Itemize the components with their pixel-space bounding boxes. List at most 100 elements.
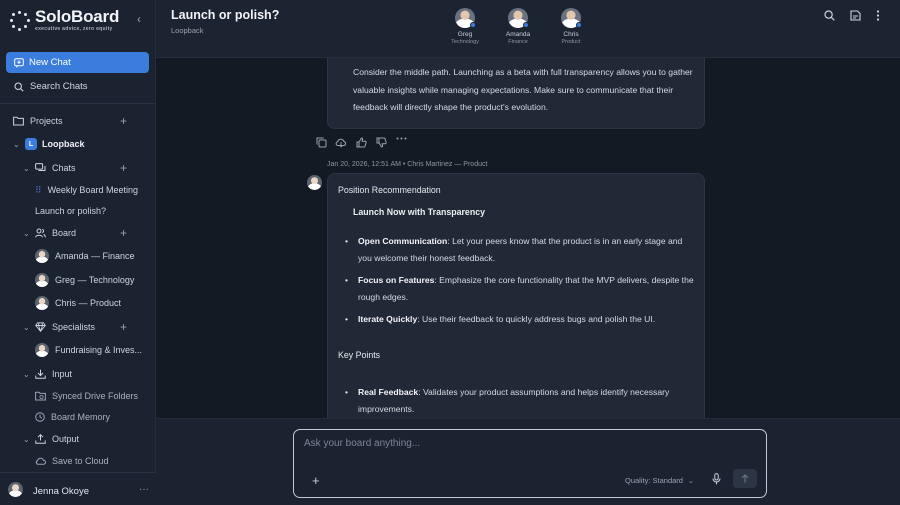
member-role: Technology	[451, 39, 479, 45]
page-title: Launch or polish?	[171, 8, 280, 22]
chats-header[interactable]: ⌄ Chats	[23, 161, 76, 175]
more-vertical-icon[interactable]	[876, 10, 880, 24]
user-profile-bar[interactable]: Jenna Okoye ···	[0, 472, 156, 505]
bullet: •	[345, 387, 349, 397]
status-dot	[523, 22, 529, 28]
board-member-label: Amanda — Finance	[55, 251, 135, 261]
specialists-label: Specialists	[52, 322, 96, 332]
avatar	[35, 296, 49, 310]
search-icon[interactable]	[824, 10, 835, 24]
notes-icon[interactable]	[850, 10, 861, 24]
list-item: • Focus on Features: Emphasize the core …	[345, 272, 695, 306]
projects-header[interactable]: Projects	[13, 114, 63, 128]
avatar	[35, 343, 49, 357]
chat-header: Launch or polish? Loopback Greg Technolo…	[156, 0, 900, 58]
output-label: Output	[52, 434, 80, 444]
send-button[interactable]	[733, 469, 757, 488]
attach-plus-icon[interactable]: +	[312, 473, 320, 488]
search-chats-button[interactable]: Search Chats	[14, 81, 88, 92]
message-bubble: Consider the middle path. Launching as a…	[327, 58, 705, 129]
input-label: Input	[52, 369, 73, 379]
brand[interactable]: SoloBoard executive advice, zero equity	[10, 8, 119, 32]
collapse-sidebar-icon[interactable]: ‹	[133, 12, 145, 26]
specialists-header[interactable]: ⌄ Specialists	[23, 320, 95, 334]
save-cloud-icon[interactable]	[331, 137, 351, 148]
upload-icon	[35, 434, 46, 444]
user-name: Jenna Okoye	[33, 486, 89, 497]
bullet-bold: Focus on Features	[358, 275, 435, 285]
diamond-icon	[35, 322, 46, 332]
arrow-up-icon	[741, 474, 749, 483]
cloud-icon	[35, 456, 46, 466]
board-member-greg[interactable]: Greg — Technology	[35, 273, 134, 287]
synced-drive-folders-item[interactable]: Synced Drive Folders	[35, 389, 138, 403]
chat-messages[interactable]: Consider the middle path. Launching as a…	[156, 58, 900, 418]
member-name: Chris	[563, 31, 579, 38]
bullet: •	[345, 236, 349, 246]
composer-area: + Quality: Standard ⌄	[156, 418, 900, 505]
member-name: Amanda	[505, 31, 531, 38]
specialist-item[interactable]: Fundraising & Inves...	[35, 343, 142, 357]
chevron-down-icon: ⌄	[23, 163, 30, 173]
projects-label: Projects	[30, 116, 63, 126]
copy-icon[interactable]	[311, 137, 331, 148]
bullet-bold: Iterate Quickly	[358, 314, 418, 324]
message-heading: Launch Now with Transparency	[353, 207, 485, 217]
thumbs-down-icon[interactable]	[371, 137, 391, 148]
add-board-member-icon[interactable]: +	[120, 227, 127, 239]
add-specialist-icon[interactable]: +	[120, 321, 127, 333]
thumbs-up-icon[interactable]	[351, 137, 371, 148]
advisor-avatar	[307, 175, 322, 190]
header-member-greg[interactable]: Greg Technology	[445, 8, 485, 45]
message-meta: Jan 20, 2026, 12:51 AM • Chris Martinez …	[327, 161, 488, 168]
sidebar-chat-item-active[interactable]: Launch or polish?	[35, 204, 106, 218]
header-member-amanda[interactable]: Amanda Finance	[498, 8, 538, 45]
avatar	[35, 273, 49, 287]
quality-label: Quality: Standard	[625, 476, 683, 485]
input-item-label: Synced Drive Folders	[52, 391, 139, 401]
specialist-label: Fundraising & Inves...	[55, 345, 143, 355]
microphone-icon[interactable]	[712, 473, 721, 488]
chevron-down-icon: ⌄	[23, 434, 30, 444]
board-member-amanda[interactable]: Amanda — Finance	[35, 249, 135, 263]
key-points-label: Key Points	[338, 350, 381, 360]
more-options-icon[interactable]: ···	[139, 484, 149, 495]
project-name: Loopback	[42, 139, 85, 149]
chevron-down-icon: ⌄	[23, 228, 30, 238]
quality-select[interactable]: Quality: Standard ⌄	[625, 476, 694, 485]
more-horizontal-icon[interactable]	[391, 137, 411, 148]
composer[interactable]: + Quality: Standard ⌄	[293, 429, 767, 498]
save-to-cloud-item[interactable]: Save to Cloud	[35, 454, 109, 468]
chat-item-label: Launch or polish?	[35, 206, 107, 216]
bullet-bold: Open Communication	[358, 236, 448, 246]
board-header[interactable]: ⌄ Board	[23, 226, 76, 240]
message-input[interactable]	[304, 438, 744, 449]
breadcrumb-project[interactable]: Loopback	[171, 26, 204, 35]
board-memory-item[interactable]: Board Memory	[35, 410, 110, 424]
bullet: •	[345, 314, 349, 324]
folder-sync-icon	[35, 391, 46, 401]
board-member-label: Chris — Product	[55, 298, 122, 308]
avatar	[508, 8, 529, 28]
clock-icon	[35, 412, 45, 422]
message-text: Consider the middle path. Launching as a…	[353, 67, 693, 112]
project-loopback[interactable]: ⌄ L Loopback	[13, 137, 85, 151]
new-chat-button[interactable]: New Chat	[6, 52, 149, 73]
input-item-label: Board Memory	[51, 412, 111, 422]
avatar	[455, 8, 476, 28]
board-label: Board	[52, 228, 77, 238]
sidebar-chat-item[interactable]: ⠿ Weekly Board Meeting	[35, 183, 138, 197]
search-chats-label: Search Chats	[30, 81, 88, 92]
output-header[interactable]: ⌄ Output	[23, 432, 79, 446]
avatar	[561, 8, 582, 28]
header-member-chris[interactable]: Chris Product	[551, 8, 591, 45]
input-header[interactable]: ⌄ Input	[23, 367, 72, 381]
list-item: • Open Communication: Let your peers kno…	[345, 233, 695, 267]
add-project-icon[interactable]: +	[120, 115, 127, 127]
add-chat-icon[interactable]: +	[120, 162, 127, 174]
drag-handle-icon[interactable]: ⠿	[35, 185, 42, 196]
sidebar-divider	[0, 103, 156, 104]
chevron-down-icon: ⌄	[23, 369, 30, 379]
board-member-chris[interactable]: Chris — Product	[35, 296, 121, 310]
user-avatar	[8, 482, 23, 497]
